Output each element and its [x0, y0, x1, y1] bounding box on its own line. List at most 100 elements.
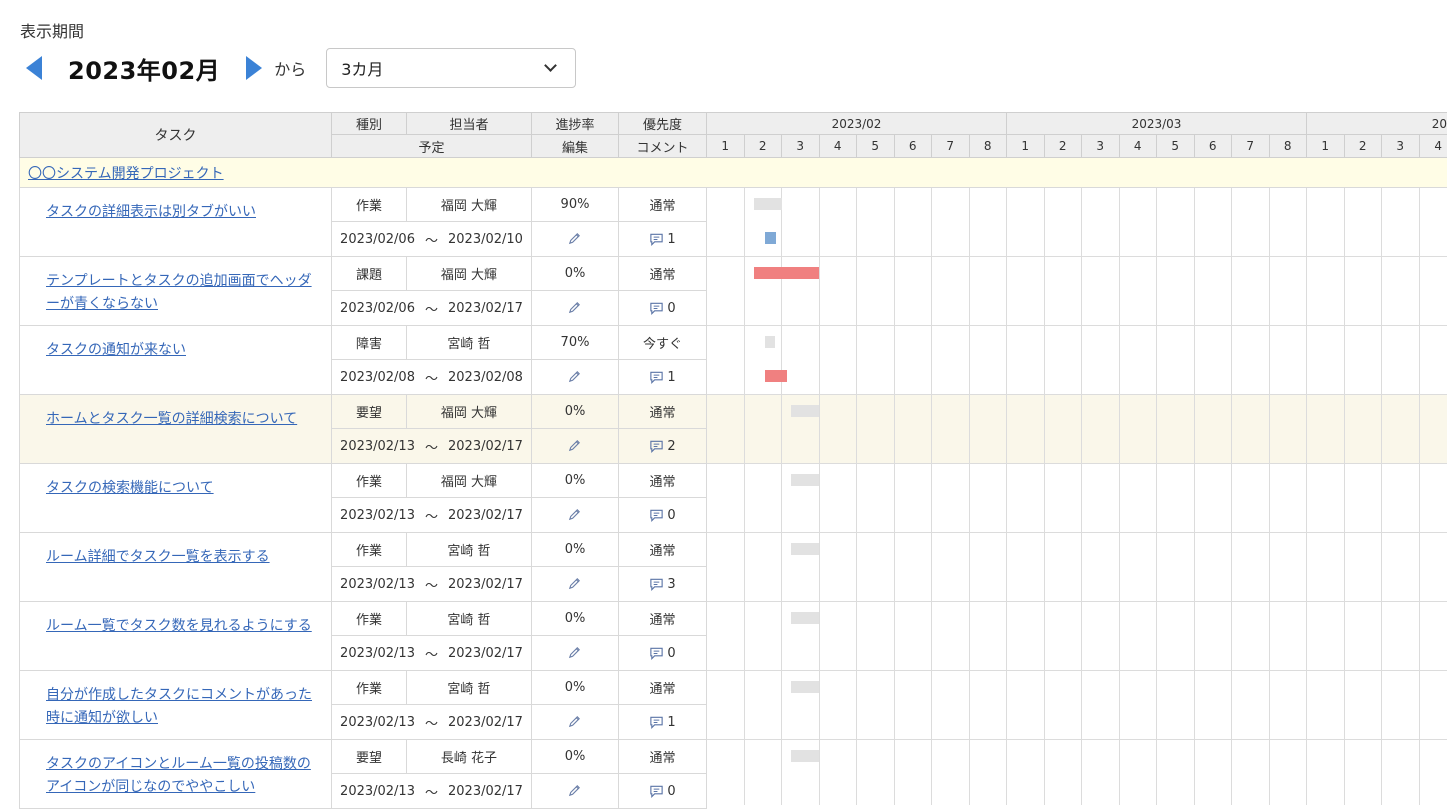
- gantt-row-divider: [707, 256, 1447, 257]
- comment-icon: [649, 508, 664, 522]
- week-header: 7: [932, 135, 970, 158]
- schedule-end: 2023/02/17: [448, 439, 523, 454]
- gantt-plan-bar[interactable]: [791, 474, 819, 486]
- prev-month-icon[interactable]: [26, 56, 42, 80]
- period-label: 表示期間: [20, 18, 84, 42]
- comment-button[interactable]: 1: [649, 232, 675, 247]
- comment-icon: [649, 577, 664, 591]
- comment-button[interactable]: 1: [649, 715, 675, 730]
- comment-cell: 0: [619, 636, 707, 671]
- pencil-icon[interactable]: [567, 231, 583, 247]
- task-link[interactable]: タスクの詳細表示は別タブがいい: [46, 204, 256, 220]
- project-link[interactable]: 〇〇システム開発プロジェクト: [28, 163, 224, 183]
- gantt-gridline: [1006, 188, 1007, 805]
- task-link[interactable]: タスクの通知が来ない: [46, 342, 186, 358]
- gantt-gridline: [969, 188, 970, 805]
- gantt-plan-bar[interactable]: [791, 750, 819, 762]
- pencil-icon[interactable]: [567, 438, 583, 454]
- task-progress: 0%: [532, 671, 619, 705]
- column-header-progress: 進捗率: [532, 112, 619, 135]
- pencil-icon[interactable]: [567, 300, 583, 316]
- gantt-plan-bar[interactable]: [765, 336, 775, 348]
- pencil-icon[interactable]: [567, 507, 583, 523]
- task-title-cell: タスクの詳細表示は別タブがいい: [19, 188, 332, 257]
- task-type: 作業: [332, 188, 407, 222]
- gantt-gridline: [1081, 188, 1082, 805]
- task-link[interactable]: タスクの検索機能について: [46, 480, 214, 496]
- gantt-gridline: [1156, 188, 1157, 805]
- task-link[interactable]: テンプレートとタスクの追加画面でヘッダーが青くならない: [46, 273, 312, 312]
- task-title-cell: 自分が作成したタスクにコメントがあった時に通知が欲しい: [19, 671, 332, 740]
- task-link[interactable]: ホームとタスク一覧の詳細検索について: [46, 411, 297, 427]
- task-schedule: 2023/02/13〜2023/02/17: [332, 567, 532, 602]
- comment-button[interactable]: 0: [649, 508, 675, 523]
- comment-count: 0: [667, 508, 675, 523]
- task-title-cell: ホームとタスク一覧の詳細検索について: [19, 395, 332, 464]
- task-progress: 0%: [532, 257, 619, 291]
- column-header-edit: 編集: [532, 135, 619, 158]
- gantt-plan-bar[interactable]: [791, 543, 819, 555]
- gantt-gridline: [931, 188, 932, 805]
- gantt-gridline: [1381, 188, 1382, 805]
- task-progress: 0%: [532, 533, 619, 567]
- gantt-progress-bar[interactable]: [765, 232, 777, 244]
- gantt-plan-bar[interactable]: [791, 681, 819, 693]
- task-link[interactable]: 自分が作成したタスクにコメントがあった時に通知が欲しい: [46, 687, 312, 726]
- gantt-gridline: [744, 188, 745, 805]
- comment-button[interactable]: 1: [649, 370, 675, 385]
- comment-button[interactable]: 3: [649, 577, 675, 592]
- task-assignee: 福岡 大輝: [407, 464, 532, 498]
- column-header-type: 種別: [332, 112, 407, 135]
- schedule-end: 2023/02/10: [448, 232, 523, 247]
- month-header-label: 20: [1432, 117, 1447, 131]
- task-link[interactable]: タスクのアイコンとルーム一覧の投稿数のアイコンが同じなのでややこしい: [46, 756, 311, 795]
- schedule-start: 2023/02/06: [340, 232, 415, 247]
- next-month-icon[interactable]: [246, 56, 262, 80]
- comment-button[interactable]: 0: [649, 301, 675, 316]
- task-progress: 0%: [532, 464, 619, 498]
- schedule-start: 2023/02/13: [340, 439, 415, 454]
- comment-count: 1: [667, 715, 675, 730]
- comment-icon: [649, 232, 664, 246]
- task-type: 作業: [332, 533, 407, 567]
- gantt-row-divider: [707, 394, 1447, 395]
- pencil-icon[interactable]: [567, 369, 583, 385]
- week-header: 3: [1382, 135, 1420, 158]
- comment-button[interactable]: 0: [649, 784, 675, 799]
- comment-cell: 0: [619, 498, 707, 533]
- task-priority: 通常: [619, 464, 707, 498]
- comment-button[interactable]: 2: [649, 439, 675, 454]
- pencil-icon[interactable]: [567, 714, 583, 730]
- week-header: 6: [1195, 135, 1233, 158]
- gantt-gridline: [781, 188, 782, 805]
- task-link[interactable]: ルーム一覧でタスク数を見れるようにする: [46, 618, 312, 634]
- month-header: 2023/03: [1007, 112, 1307, 135]
- pencil-icon[interactable]: [567, 783, 583, 799]
- gantt-plan-bar[interactable]: [791, 612, 819, 624]
- pencil-icon[interactable]: [567, 576, 583, 592]
- gantt-progress-bar[interactable]: [765, 370, 788, 382]
- edit-cell: [532, 222, 619, 257]
- gantt-plan-bar[interactable]: [754, 198, 782, 210]
- schedule-end: 2023/02/17: [448, 301, 523, 316]
- gantt-plan-bar[interactable]: [791, 405, 819, 417]
- schedule-start: 2023/02/06: [340, 301, 415, 316]
- range-select[interactable]: 3カ月: [326, 48, 576, 88]
- task-link[interactable]: ルーム詳細でタスク一覧を表示する: [46, 549, 270, 565]
- task-schedule: 2023/02/13〜2023/02/17: [332, 636, 532, 671]
- pencil-icon[interactable]: [567, 645, 583, 661]
- comment-count: 2: [667, 439, 675, 454]
- comment-button[interactable]: 0: [649, 646, 675, 661]
- task-assignee: 福岡 大輝: [407, 257, 532, 291]
- range-select-value: 3カ月: [341, 56, 383, 80]
- comment-icon: [649, 301, 664, 315]
- column-header-schedule: 予定: [332, 135, 532, 158]
- gantt-row-divider: [707, 670, 1447, 671]
- week-header: 1: [1307, 135, 1345, 158]
- edit-cell: [532, 774, 619, 809]
- comment-cell: 1: [619, 705, 707, 740]
- project-row: 〇〇システム開発プロジェクト: [19, 158, 1447, 188]
- task-schedule: 2023/02/06〜2023/02/10: [332, 222, 532, 257]
- task-type: 作業: [332, 602, 407, 636]
- gantt-progress-bar[interactable]: [754, 267, 819, 279]
